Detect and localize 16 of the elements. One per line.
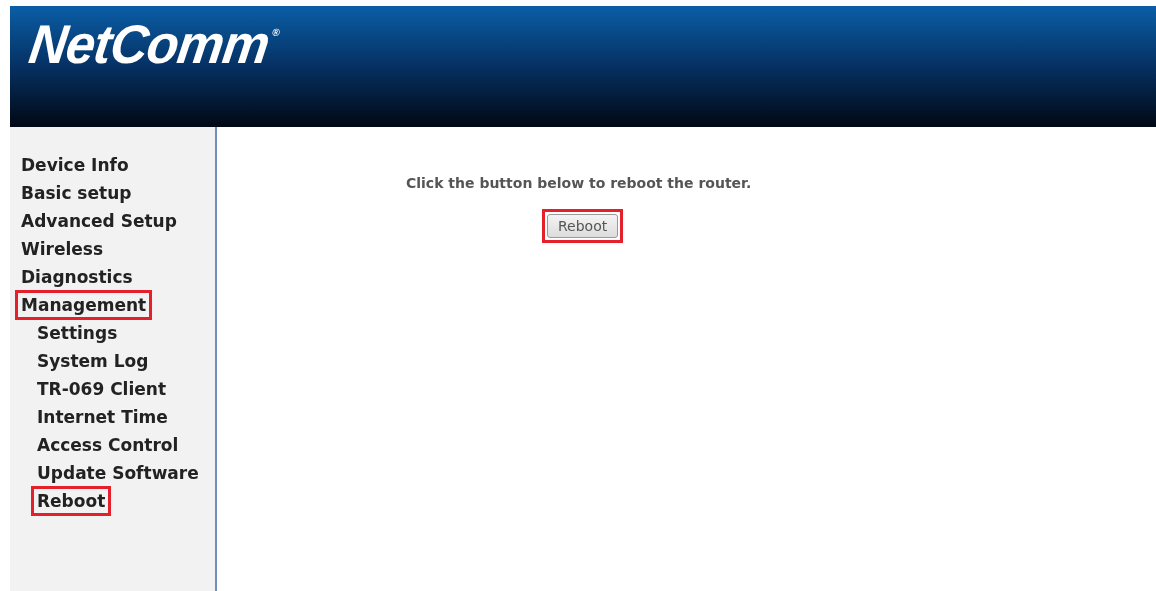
sidebar-item[interactable]: TR-069 Client [34,377,170,401]
sidebar-item[interactable]: System Log [34,349,152,373]
sidebar-item[interactable]: Access Control [34,433,182,457]
instruction-text: Click the button below to reboot the router. [406,175,752,191]
sidebar-item[interactable]: Settings [34,321,121,345]
logo: NetComm® [26,16,281,72]
sidebar-item[interactable]: Management [18,293,150,317]
sidebar-item[interactable]: Update Software [34,461,202,485]
sidebar-item[interactable]: Internet Time [34,405,171,429]
sidebar-item[interactable]: Device Info [18,153,132,177]
sidebar-item[interactable]: Advanced Setup [18,209,180,233]
sidebar-item[interactable]: Basic setup [18,181,135,205]
sidebar-item[interactable]: Reboot [34,489,109,513]
sidebar-item[interactable]: Diagnostics [18,265,136,289]
sidebar-item[interactable]: Wireless [18,237,107,261]
reboot-button[interactable]: Reboot [547,214,619,238]
